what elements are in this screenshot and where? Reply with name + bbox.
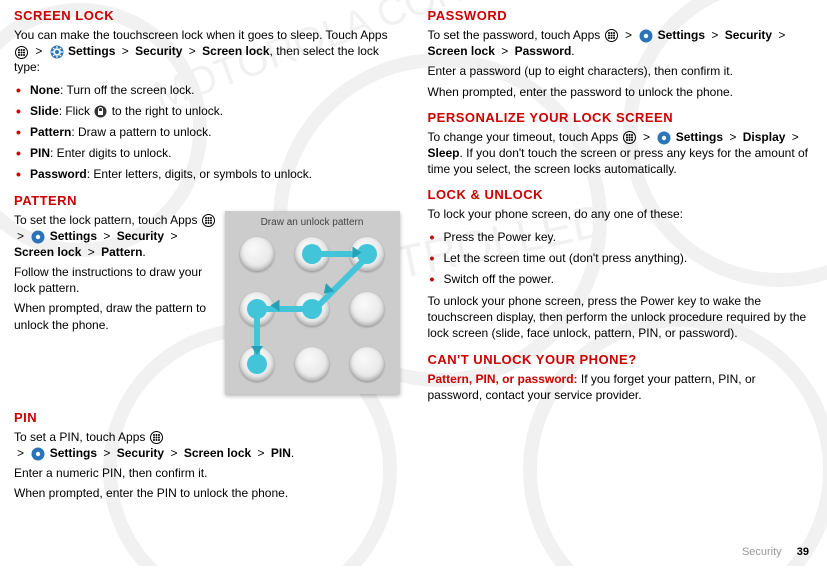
bold: Security	[135, 44, 182, 58]
text: To change your timeout, touch Apps	[428, 130, 619, 144]
gt: >	[189, 44, 196, 58]
text: : Turn off the screen lock.	[60, 83, 195, 97]
lockunlock-p1: To lock your phone screen, do any one of…	[428, 206, 814, 222]
pin-p3: When prompted, enter the PIN to unlock t…	[14, 485, 400, 501]
gt: >	[17, 229, 24, 243]
bold: Display	[743, 130, 786, 144]
gt: >	[103, 229, 110, 243]
lockunlock-p2: To unlock your phone screen, press the P…	[428, 293, 814, 342]
gt: >	[122, 44, 129, 58]
bold: Settings	[658, 28, 705, 42]
bold: Security	[117, 446, 164, 460]
footer-section: Security	[742, 546, 782, 558]
gt: >	[711, 28, 718, 42]
list-item: Let the screen time out (don't press any…	[428, 250, 814, 266]
gt: >	[170, 446, 177, 460]
gt: >	[258, 446, 265, 460]
heading-password: Password	[428, 8, 814, 23]
lead: Pattern, PIN, or password:	[428, 372, 578, 386]
text: : Draw a pattern to unlock.	[71, 125, 211, 139]
screenlock-options: None: Turn off the screen lock. Slide: F…	[14, 82, 400, 183]
gt: >	[778, 28, 785, 42]
pin-p2: Enter a numeric PIN, then confirm it.	[14, 465, 400, 481]
apps-icon	[15, 46, 28, 59]
pattern-illustration: Draw an unlock pattern	[225, 211, 400, 394]
cant-p1: Pattern, PIN, or password: If you forget…	[428, 371, 814, 403]
bold: PIN	[271, 446, 291, 460]
text: . If you don't touch the screen or press…	[428, 146, 809, 176]
gear-icon	[31, 447, 45, 461]
lock-icon	[94, 105, 107, 118]
text: To set a PIN, touch Apps	[14, 430, 145, 444]
gt: >	[35, 44, 42, 58]
text: To set the lock pattern, touch Apps	[14, 213, 197, 227]
gt: >	[792, 130, 799, 144]
password-p2: Enter a password (up to eight characters…	[428, 63, 814, 79]
list-item: None: Turn off the screen lock.	[14, 82, 400, 98]
apps-icon	[623, 131, 636, 144]
heading-personalize: Personalize your lock screen	[428, 110, 814, 125]
gt: >	[17, 446, 24, 460]
bold: Settings	[68, 44, 115, 58]
bold: Screen lock	[14, 245, 81, 259]
bold: Pattern	[101, 245, 142, 259]
heading-lock-unlock: Lock & unlock	[428, 187, 814, 202]
list-item: Password: Enter letters, digits, or symb…	[14, 166, 400, 182]
password-p3: When prompted, enter the password to unl…	[428, 84, 814, 100]
text: : Flick	[59, 104, 94, 118]
bold: Password	[515, 44, 572, 58]
gear-icon	[31, 230, 45, 244]
gear-icon	[50, 45, 64, 59]
screenlock-intro: You can make the touchscreen lock when i…	[14, 27, 400, 76]
gt: >	[103, 446, 110, 460]
bold: Settings	[676, 130, 723, 144]
gt: >	[643, 130, 650, 144]
bold: Security	[725, 28, 772, 42]
list-item: Pattern: Draw a pattern to unlock.	[14, 124, 400, 140]
bold: Slide	[30, 104, 59, 118]
gt: >	[170, 229, 177, 243]
gt: >	[501, 44, 508, 58]
gt: >	[88, 245, 95, 259]
bold: Password	[30, 167, 87, 181]
personalize-p1: To change your timeout, touch Apps > Set…	[428, 129, 814, 178]
heading-pin: PIN	[14, 410, 400, 425]
gt: >	[625, 28, 632, 42]
footer-page-number: 39	[797, 546, 809, 558]
apps-icon	[605, 29, 618, 42]
heading-cant-unlock: Can't unlock your phone?	[428, 352, 814, 367]
heading-pattern: Pattern	[14, 193, 400, 208]
password-p1: To set the password, touch Apps > Settin…	[428, 27, 814, 59]
text: to the right to unlock.	[108, 104, 223, 118]
list-item: Slide: Flick to the right to unlock.	[14, 103, 400, 119]
bold: Settings	[50, 446, 97, 460]
bold: Settings	[50, 229, 97, 243]
lockunlock-list: Press the Power key. Let the screen time…	[428, 229, 814, 288]
apps-icon	[150, 431, 163, 444]
pin-p1: To set a PIN, touch Apps > Settings > Se…	[14, 429, 400, 461]
bold: Sleep	[428, 146, 460, 160]
text: : Enter digits to unlock.	[50, 146, 171, 160]
bold: Screen lock	[202, 44, 269, 58]
list-item: Switch off the power.	[428, 271, 814, 287]
pattern-grid	[237, 234, 387, 384]
gear-icon	[657, 131, 671, 145]
gt: >	[729, 130, 736, 144]
list-item: Press the Power key.	[428, 229, 814, 245]
bold: Pattern	[30, 125, 71, 139]
gear-icon	[639, 29, 653, 43]
bold: Screen lock	[428, 44, 495, 58]
bold: Security	[117, 229, 164, 243]
apps-icon	[202, 214, 215, 227]
text: To set the password, touch Apps	[428, 28, 601, 42]
text: You can make the touchscreen lock when i…	[14, 28, 388, 42]
page-footer: Security 39	[742, 546, 809, 558]
bold: None	[30, 83, 60, 97]
pattern-caption: Draw an unlock pattern	[229, 217, 396, 228]
bold: Screen lock	[184, 446, 251, 460]
list-item: PIN: Enter digits to unlock.	[14, 145, 400, 161]
text: : Enter letters, digits, or symbols to u…	[87, 167, 312, 181]
heading-screen-lock: Screen lock	[14, 8, 400, 23]
bold: PIN	[30, 146, 50, 160]
